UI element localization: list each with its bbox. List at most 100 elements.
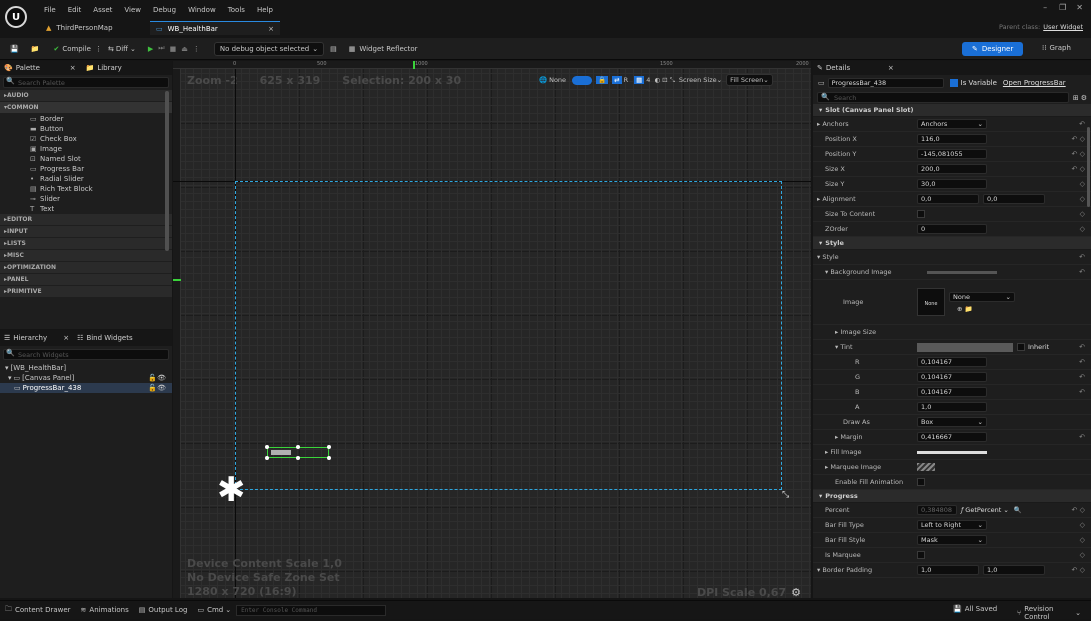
progress-bar-widget[interactable] bbox=[265, 445, 331, 460]
open-progressbar-link[interactable]: Open ProgressBar bbox=[1003, 79, 1066, 87]
parent-class-link[interactable]: User Widget bbox=[1043, 23, 1083, 31]
menu-debug[interactable]: Debug bbox=[153, 6, 176, 14]
tint-a-field[interactable]: 1,0 bbox=[917, 402, 987, 412]
reset-icon[interactable]: ↶ bbox=[1079, 373, 1085, 381]
palette-item[interactable]: ▬ Button bbox=[0, 124, 172, 134]
widget-name-field[interactable]: ProgressBar_438 bbox=[827, 78, 944, 88]
palette-scrollbar[interactable] bbox=[165, 91, 169, 251]
palette-item[interactable]: ☑ Check Box bbox=[0, 134, 172, 144]
reset-icon[interactable]: ↶ ◇ bbox=[1072, 150, 1085, 158]
palette-item[interactable]: • Radial Slider bbox=[0, 174, 172, 184]
resize-handle[interactable] bbox=[296, 456, 300, 460]
palette-category[interactable]: ▸ AUDIO bbox=[0, 90, 172, 102]
border-padding-x-field[interactable]: 1,0 bbox=[917, 565, 979, 575]
minimize-icon[interactable]: – bbox=[1043, 3, 1047, 12]
palette-item[interactable]: ▣ Image bbox=[0, 144, 172, 154]
step-icon[interactable]: ⏭ bbox=[158, 44, 164, 53]
r-button[interactable]: R bbox=[624, 76, 629, 84]
palette-category[interactable]: ▸ OPTIMIZATION bbox=[0, 262, 172, 274]
preview-icons[interactable]: ◐ ⊡ ⤡ bbox=[654, 76, 674, 85]
search-icon[interactable]: 🔍 bbox=[1014, 506, 1022, 514]
resize-handle[interactable] bbox=[265, 456, 269, 460]
palette-category[interactable]: ▸ INPUT bbox=[0, 226, 172, 238]
fill-animation-checkbox[interactable] bbox=[917, 478, 925, 486]
border-padding-y-field[interactable]: 1,0 bbox=[983, 565, 1045, 575]
none-button[interactable]: 🌐 None bbox=[539, 76, 566, 84]
tab-hierarchy[interactable]: Hierarchy bbox=[13, 334, 63, 342]
compile-options-icon[interactable]: ⋮ bbox=[95, 45, 102, 53]
palette-category[interactable]: ▸ PRIMITIVE bbox=[0, 286, 172, 298]
is-variable-checkbox[interactable] bbox=[949, 79, 958, 87]
browse-icon[interactable]: 📁 bbox=[31, 45, 40, 53]
localize-icon[interactable]: ⇄ bbox=[612, 76, 622, 84]
menu-file[interactable]: File bbox=[44, 6, 56, 14]
stop-icon[interactable]: ■ bbox=[170, 45, 177, 53]
palette-category[interactable]: ▸ MISC bbox=[0, 250, 172, 262]
screen-size-dropdown[interactable]: Screen Size ⌄ bbox=[679, 76, 722, 84]
eject-icon[interactable]: ⏏ bbox=[181, 45, 188, 53]
widget-reflector-button[interactable]: ▦ Widget Reflector bbox=[349, 45, 418, 53]
tab-palette[interactable]: Palette bbox=[16, 64, 70, 72]
lock-eye-icons[interactable]: 🔓👁 bbox=[148, 374, 166, 382]
anchors-dropdown[interactable]: Anchors ⌄ bbox=[917, 119, 987, 129]
anchor-icon[interactable]: ✱ bbox=[217, 473, 246, 507]
close-tab-icon[interactable]: × bbox=[268, 25, 274, 33]
designer-canvas[interactable]: 0 500 1000 1500 2000 Zoom -2 625 x 319 S… bbox=[173, 61, 811, 598]
is-marquee-checkbox[interactable] bbox=[917, 551, 925, 559]
reset-icon[interactable]: ↶ bbox=[1079, 253, 1085, 261]
gear-icon[interactable]: ⚙ bbox=[791, 586, 801, 598]
unreal-logo-icon[interactable]: U bbox=[5, 6, 27, 28]
search-input[interactable]: Search Palette bbox=[3, 77, 169, 88]
resize-handle[interactable] bbox=[327, 445, 331, 449]
grid-size-label[interactable]: 4 bbox=[646, 76, 650, 84]
margin-field[interactable]: 0,416667 bbox=[917, 432, 987, 442]
reset-icon[interactable]: ↶ bbox=[1079, 120, 1085, 128]
slot-section[interactable]: ▾ Slot (Canvas Panel Slot) bbox=[813, 104, 1091, 117]
resize-handle[interactable] bbox=[327, 456, 331, 460]
image-thumbnail[interactable]: None bbox=[917, 288, 945, 316]
diamond-icon[interactable]: ◇ bbox=[1080, 210, 1085, 218]
tint-r-field[interactable]: 0,104167 bbox=[917, 357, 987, 367]
reset-icon[interactable]: ↶ bbox=[1079, 388, 1085, 396]
position-y-field[interactable]: -145,081055 bbox=[917, 149, 987, 159]
menu-asset[interactable]: Asset bbox=[93, 6, 112, 14]
settings-icon[interactable]: ⚙ bbox=[1081, 94, 1087, 102]
palette-item[interactable]: ▭ Progress Bar bbox=[0, 164, 172, 174]
reset-icon[interactable]: ↶ bbox=[1079, 433, 1085, 441]
search-input[interactable]: Search Widgets bbox=[3, 349, 169, 360]
percent-field[interactable]: 0,384808 bbox=[917, 505, 957, 515]
close-icon[interactable]: × bbox=[70, 64, 76, 72]
size-x-field[interactable]: 200,0 bbox=[917, 164, 987, 174]
bar-fill-style-dropdown[interactable]: Mask ⌄ bbox=[917, 535, 987, 545]
more-icon[interactable]: ⋮ bbox=[193, 45, 200, 53]
diamond-icon[interactable]: ◇ bbox=[1080, 536, 1085, 544]
diamond-icon[interactable]: ◇ bbox=[1080, 225, 1085, 233]
console-input[interactable]: Enter Console Command bbox=[236, 604, 387, 616]
tree-item-root[interactable]: ▾ [WB_HealthBar] bbox=[0, 363, 172, 373]
canvas-panel-bounds[interactable] bbox=[235, 181, 782, 490]
close-icon[interactable]: ✕ bbox=[1076, 3, 1083, 12]
tint-g-field[interactable]: 0,104167 bbox=[917, 372, 987, 382]
tab-library[interactable]: Library bbox=[97, 64, 121, 72]
zorder-field[interactable]: 0 bbox=[917, 224, 987, 234]
graph-button[interactable]: ⁞⁞ Graph bbox=[1042, 44, 1071, 52]
debug-filter-icon[interactable]: ▤ bbox=[330, 45, 337, 53]
palette-category[interactable]: ▸ LISTS bbox=[0, 238, 172, 250]
style-section[interactable]: ▾ Style bbox=[813, 237, 1091, 250]
content-drawer-button[interactable]: 🗀 Content Drawer bbox=[5, 605, 71, 616]
tint-color-swatch[interactable] bbox=[917, 342, 1013, 352]
menu-edit[interactable]: Edit bbox=[68, 6, 82, 14]
lock-icon[interactable]: 🔒 bbox=[596, 76, 609, 84]
reset-icon[interactable]: ↶ ◇ bbox=[1072, 135, 1085, 143]
tab-bind-widgets[interactable]: Bind Widgets bbox=[86, 334, 132, 342]
save-status[interactable]: 💾 All Saved bbox=[953, 605, 997, 613]
bar-fill-type-dropdown[interactable]: Left to Right ⌄ bbox=[917, 520, 987, 530]
tab-wb-healthbar[interactable]: ▭ WB_HealthBar × bbox=[150, 21, 280, 35]
grid-icon[interactable]: ▦ bbox=[634, 76, 645, 84]
close-icon[interactable]: × bbox=[888, 64, 894, 72]
tree-item-canvas-panel[interactable]: ▾ ▭ [Canvas Panel] 🔓👁 bbox=[0, 373, 172, 383]
palette-item[interactable]: T Text bbox=[0, 204, 172, 214]
palette-item[interactable]: ⊡ Named Slot bbox=[0, 154, 172, 164]
diff-button[interactable]: ⇆ Diff ⌄ bbox=[108, 45, 136, 53]
diamond-icon[interactable]: ◇ bbox=[1080, 551, 1085, 559]
